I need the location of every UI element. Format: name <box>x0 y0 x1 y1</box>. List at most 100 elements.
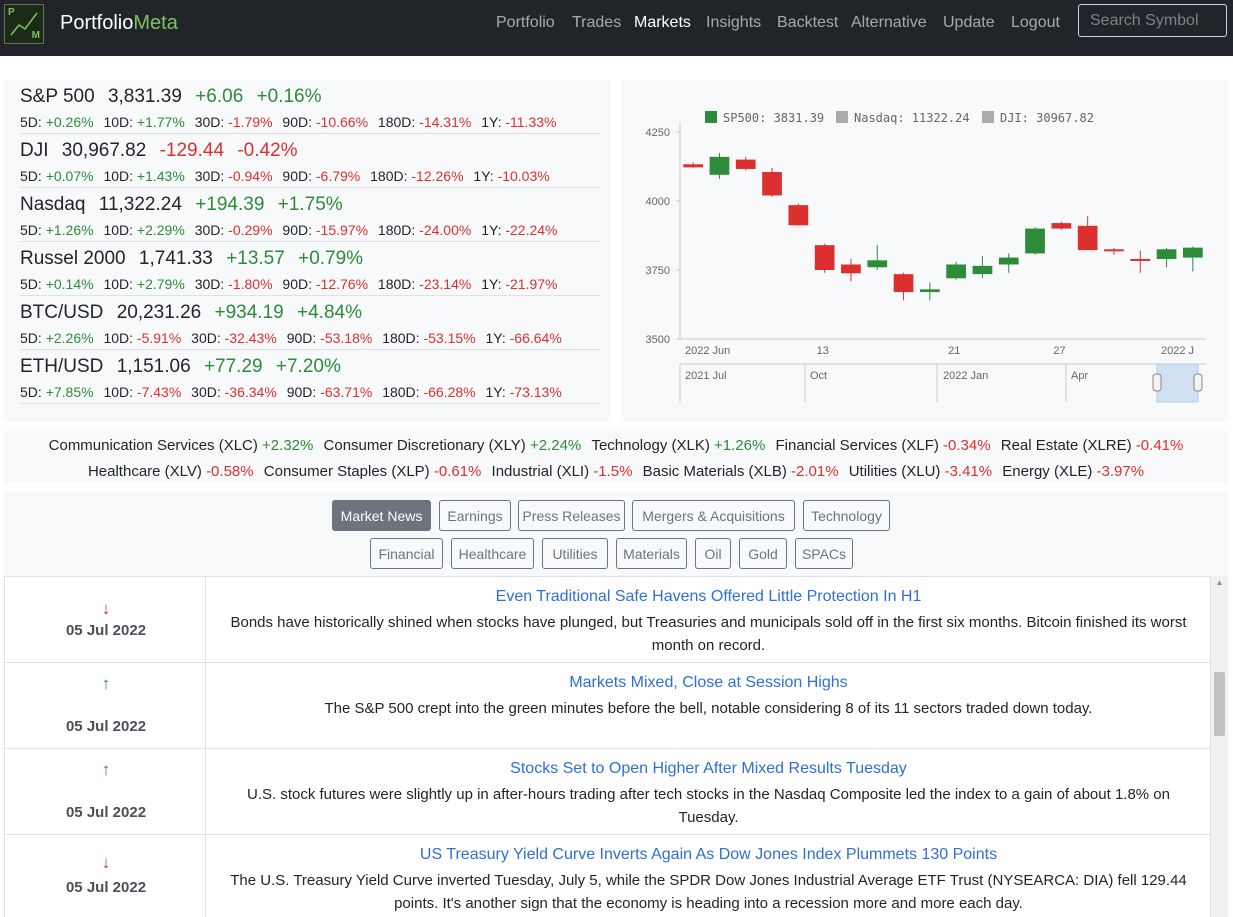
index-row-dji[interactable]: DJI 30,967.82 -129.44 -0.42% 5D: +0.07% … <box>20 134 600 188</box>
index-change-pct: +1.75% <box>277 194 343 215</box>
index-header: BTC/USD 20,231.26 +934.19 +4.84% <box>20 302 370 324</box>
news-scrollbar[interactable]: ▲ <box>1211 576 1228 917</box>
candle-down <box>762 172 782 196</box>
news-panel: Market News Earnings Press Releases Merg… <box>4 491 1228 917</box>
candle-up <box>1182 247 1203 258</box>
category-press-releases-button[interactable]: Press Releases <box>518 500 625 531</box>
category-mergers-button[interactable]: Mergers & Acquisitions <box>632 500 795 531</box>
index-header: S&P 500 3,831.39 +6.06 +0.16% <box>20 86 330 108</box>
arrow-down-icon: ↓ <box>101 853 111 872</box>
nav-update[interactable]: Update <box>943 14 995 36</box>
index-change-pct: +4.84% <box>297 302 362 323</box>
index-performance: 5D: +0.14% 10D: +2.79% 30D: -1.80% 90D: … <box>20 276 558 292</box>
category-earnings-button[interactable]: Earnings <box>439 500 511 531</box>
search-symbol-input[interactable] <box>1078 4 1227 37</box>
nav-backtest[interactable]: Backtest <box>777 14 838 36</box>
category-financial-button[interactable]: Financial <box>370 538 443 569</box>
top-navbar: P M PortfolioMeta Portfolio Trades Marke… <box>0 0 1233 56</box>
index-name: ETH/USD <box>20 356 104 377</box>
nav-portfolio[interactable]: Portfolio <box>496 14 555 36</box>
news-title-link[interactable]: Markets Mixed, Close at Session Highs <box>206 674 1211 692</box>
news-date: 05 Jul 2022 <box>65 804 147 821</box>
sector-item: Consumer Staples (XLP) -0.61% <box>263 463 482 480</box>
index-change-pct: +0.16% <box>256 86 322 107</box>
candle-down <box>1077 225 1098 251</box>
navigator-selection[interactable] <box>1156 363 1199 403</box>
news-item: ↓ 05 Jul 2022 US Treasury Yield Curve In… <box>4 835 1211 917</box>
candlestick-chart[interactable]: SP500: 3831.39 Nasdaq: 11322.24 DJI: 30967… <box>621 80 1228 422</box>
logo-letter-m: M <box>31 30 40 41</box>
index-price: 11,322.24 <box>98 194 182 215</box>
candle-up <box>1156 249 1177 259</box>
candle-down <box>735 159 756 169</box>
y-tick-label: 3500 <box>646 334 670 346</box>
sector-line-2: Healthcare (XLV) -0.58% Consumer Staples… <box>4 463 1228 480</box>
news-summary: The S&P 500 crept into the green minutes… <box>324 700 1093 717</box>
index-price: 30,967.82 <box>61 140 147 161</box>
candle-down <box>788 205 809 226</box>
candle-down <box>893 274 914 293</box>
brand-name[interactable]: PortfolioMeta <box>60 12 178 35</box>
candlestick-chart-panel: SP500: 3831.39 Nasdaq: 11322.24 DJI: 30967… <box>621 80 1228 422</box>
news-item: ↓ 05 Jul 2022 Even Traditional Safe Have… <box>4 577 1211 663</box>
news-content: Even Traditional Safe Havens Offered Lit… <box>206 577 1211 662</box>
category-gold-button[interactable]: Gold <box>739 538 787 569</box>
navigator-handle[interactable] <box>1152 373 1162 392</box>
scroll-up-icon[interactable]: ▲ <box>1211 576 1228 590</box>
category-market-news-button[interactable]: Market News <box>332 500 431 531</box>
sector-item: Technology (XLK) +1.26% <box>591 437 766 454</box>
nav-trades[interactable]: Trades <box>572 14 621 36</box>
legend-swatch <box>705 111 717 123</box>
sector-item: Consumer Discretionary (XLY) +2.24% <box>323 437 582 454</box>
sector-item: Communication Services (XLC) +2.32% <box>48 437 314 454</box>
news-content: US Treasury Yield Curve Inverts Again As… <box>206 835 1211 917</box>
category-materials-button[interactable]: Materials <box>616 538 687 569</box>
nav-insights[interactable]: Insights <box>706 14 761 36</box>
index-row-russel2000[interactable]: Russel 2000 1,741.33 +13.57 +0.79% 5D: +… <box>20 242 600 296</box>
index-change-pct: -0.42% <box>237 140 298 161</box>
category-oil-button[interactable]: Oil <box>695 538 731 569</box>
sector-item: Healthcare (XLV) -0.58% <box>87 463 254 480</box>
index-performance: 5D: +0.26% 10D: +1.77% 30D: -1.79% 90D: … <box>20 114 557 130</box>
category-healthcare-button[interactable]: Healthcare <box>451 538 534 569</box>
nav-logout[interactable]: Logout <box>1011 14 1060 36</box>
candle-up <box>1025 228 1045 254</box>
sector-performance-panel: Communication Services (XLC) +2.32% Cons… <box>4 431 1228 483</box>
indices-panel: S&P 500 3,831.39 +6.06 +0.16% 5D: +0.26%… <box>4 80 611 422</box>
news-title-link[interactable]: Stocks Set to Open Higher After Mixed Re… <box>206 760 1211 778</box>
nav-alternative[interactable]: Alternative <box>851 14 927 36</box>
x-tick-label: 21 <box>948 345 960 357</box>
category-utilities-button[interactable]: Utilities <box>542 538 608 569</box>
candle-down <box>1130 258 1151 261</box>
navigator-handle[interactable] <box>1193 373 1203 392</box>
index-row-nasdaq[interactable]: Nasdaq 11,322.24 +194.39 +1.75% 5D: +1.2… <box>20 188 600 242</box>
index-performance: 5D: +2.26% 10D: -5.91% 30D: -32.43% 90D:… <box>20 330 562 346</box>
x-tick-label: 13 <box>817 345 829 357</box>
index-change: +194.39 <box>195 194 265 215</box>
scrollbar-thumb[interactable] <box>1214 672 1225 736</box>
index-row-sp500[interactable]: S&P 500 3,831.39 +6.06 +0.16% 5D: +0.26%… <box>20 80 600 134</box>
index-name: Russel 2000 <box>20 248 126 269</box>
nav-markets[interactable]: Markets <box>634 14 691 36</box>
legend-label: SP500: 3831.39 <box>723 111 824 125</box>
news-title-link[interactable]: US Treasury Yield Curve Inverts Again As… <box>206 846 1211 864</box>
category-technology-button[interactable]: Technology <box>803 500 890 531</box>
index-name: BTC/USD <box>20 302 104 323</box>
index-row-ethusd[interactable]: ETH/USD 1,151.06 +77.29 +7.20% 5D: +7.85… <box>20 350 600 404</box>
index-name: DJI <box>20 140 49 161</box>
candle-up <box>709 156 730 175</box>
index-price: 20,231.26 <box>116 302 202 323</box>
index-change: +77.29 <box>203 356 263 377</box>
candle-up <box>867 260 888 268</box>
category-spacs-button[interactable]: SPACs <box>795 538 853 569</box>
logo-letter-p: P <box>8 7 15 18</box>
index-performance: 5D: +7.85% 10D: -7.43% 30D: -36.34% 90D:… <box>20 384 562 400</box>
news-date: 05 Jul 2022 <box>65 879 147 896</box>
index-change: +13.57 <box>226 248 285 269</box>
index-row-btcusd[interactable]: BTC/USD 20,231.26 +934.19 +4.84% 5D: +2.… <box>20 296 600 350</box>
legend-label: Nasdaq: 11322.24 <box>854 111 970 125</box>
sector-item: Energy (XLE) -3.97% <box>1002 463 1145 480</box>
arrow-down-icon: ↓ <box>101 599 111 618</box>
logo[interactable]: P M <box>4 4 44 44</box>
news-title-link[interactable]: Even Traditional Safe Havens Offered Lit… <box>206 588 1211 606</box>
